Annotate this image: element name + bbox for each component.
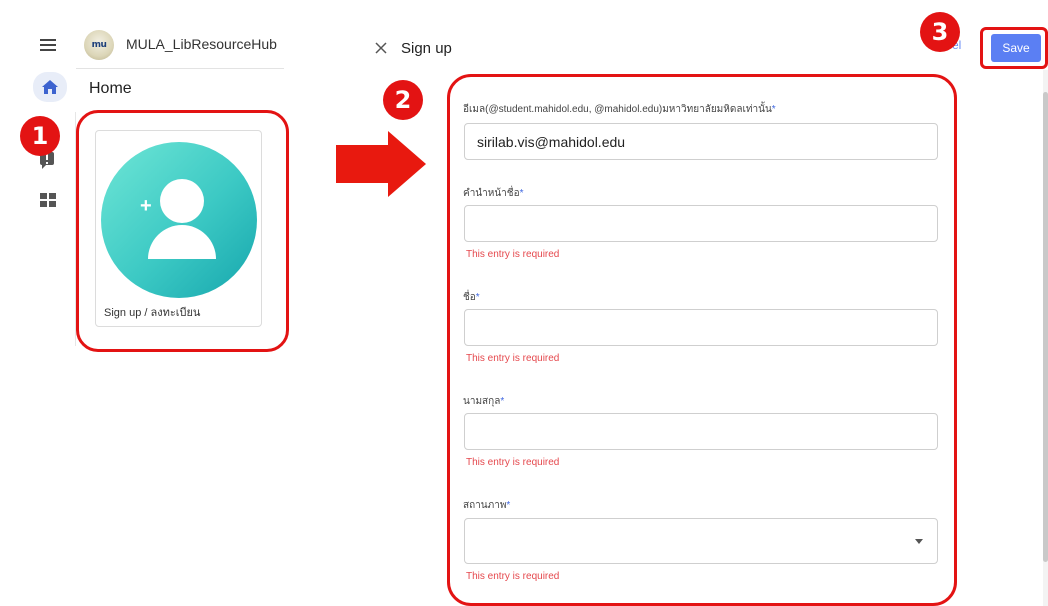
close-icon[interactable] <box>373 40 389 56</box>
annotation-badge-3: 3 <box>920 12 960 52</box>
app-logo: mu <box>84 30 114 60</box>
dialog-title: Sign up <box>401 40 452 57</box>
page-title: Home <box>89 80 132 97</box>
header-divider <box>76 68 284 69</box>
annotation-badge-2: 2 <box>383 80 423 120</box>
annotation-ring-3 <box>980 27 1048 69</box>
annotation-badge-1: 1 <box>20 116 60 156</box>
scrollbar-thumb[interactable] <box>1043 92 1048 562</box>
annotation-ring-1 <box>76 110 289 352</box>
arrow-head <box>388 131 426 197</box>
home-icon <box>42 80 58 94</box>
grid-icon[interactable] <box>40 193 56 207</box>
menu-icon[interactable] <box>40 36 60 56</box>
annotation-ring-2 <box>447 74 957 606</box>
app-name: MULA_LibResourceHub <box>126 36 277 52</box>
sidebar-item-home[interactable] <box>33 72 67 102</box>
arrow-icon <box>336 145 392 183</box>
